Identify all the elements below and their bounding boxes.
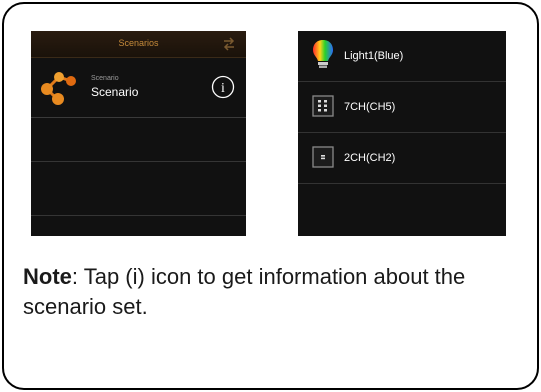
channel-module-icon	[312, 146, 334, 168]
scenario-row[interactable]: Scenario Scenario i	[31, 57, 246, 118]
swap-icon[interactable]	[222, 37, 236, 51]
scenarios-screen: Scenarios Scenario Scenario i	[31, 31, 246, 236]
channel-module-icon	[312, 95, 334, 117]
device-label: 7CH(CH5)	[344, 101, 396, 113]
device-row-7ch[interactable]: 7CH(CH5)	[298, 82, 506, 133]
scenario-name: Scenario	[91, 85, 139, 99]
rgb-bulb-icon	[313, 40, 333, 68]
device-label: 2CH(CH2)	[344, 152, 396, 164]
scenario-sub-label: Scenario	[91, 75, 119, 82]
device-row-2ch[interactable]: 2CH(CH2)	[298, 133, 506, 184]
device-row-light1[interactable]: Light1(Blue)	[298, 31, 506, 82]
info-icon[interactable]: i	[211, 75, 235, 99]
note-text: Note: Tap (i) icon to get information ab…	[23, 262, 513, 322]
devices-screen: Light1(Blue) 7CH(CH5) 2CH(CH2)	[298, 31, 506, 236]
header-bar: Scenarios	[31, 31, 246, 58]
header-title: Scenarios	[118, 38, 159, 48]
device-label: Light1(Blue)	[344, 50, 404, 62]
note-body: : Tap (i) icon to get information about …	[23, 264, 466, 319]
row-divider	[31, 161, 246, 162]
note-bold-label: Note	[23, 264, 72, 289]
info-glyph: i	[221, 81, 225, 96]
scenario-icon	[41, 72, 76, 105]
row-divider	[31, 215, 246, 216]
